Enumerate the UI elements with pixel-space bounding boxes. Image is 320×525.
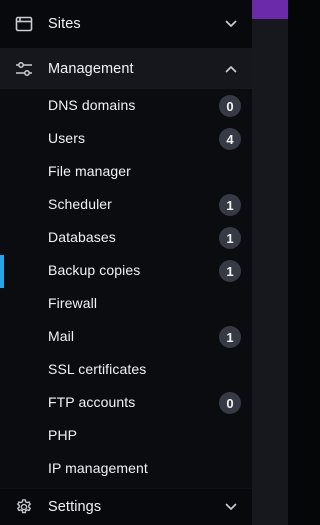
gear-icon: [15, 498, 33, 516]
sidebar-section-label: Management: [48, 60, 134, 77]
sidebar-item-firewall[interactable]: Firewall: [0, 287, 252, 320]
sidebar-item-mail[interactable]: Mail 1: [0, 320, 252, 353]
sidebar-item-label: Databases: [48, 229, 116, 245]
sidebar-section-settings[interactable]: Settings: [0, 488, 252, 525]
chevron-down-icon[interactable]: [223, 16, 239, 32]
count-badge: 1: [219, 326, 241, 348]
sidebar-item-ftp-accounts[interactable]: FTP accounts 0: [0, 386, 252, 419]
sidebar-item-php[interactable]: PHP: [0, 419, 252, 452]
sidebar-item-ssl-certificates[interactable]: SSL certificates: [0, 353, 252, 386]
count-badge: 0: [219, 392, 241, 414]
sidebar-item-users[interactable]: Users 4: [0, 122, 252, 155]
main-content-area: [252, 0, 288, 525]
sidebar-item-label: File manager: [48, 163, 131, 179]
sidebar-item-databases[interactable]: Databases 1: [0, 221, 252, 254]
topbar-accent: [252, 0, 288, 19]
sidebar-item-label: FTP accounts: [48, 394, 136, 410]
sidebar-item-label: Firewall: [48, 295, 98, 311]
sidebar-section-label: Sites: [48, 16, 81, 32]
count-badge: 1: [219, 194, 241, 216]
sidebar-item-label: SSL certificates: [48, 361, 147, 377]
sidebar-item-dns-domains[interactable]: DNS domains 0: [0, 89, 252, 122]
count-badge: 1: [219, 260, 241, 282]
sliders-icon: [15, 60, 33, 78]
sidebar-item-label: Mail: [48, 328, 75, 344]
sidebar-item-label: DNS domains: [48, 97, 136, 113]
sidebar-section-label: Settings: [48, 499, 102, 515]
sidebar-section-management[interactable]: Management: [0, 48, 252, 89]
sidebar-item-label: Backup copies: [48, 262, 141, 278]
sidebar-section-sites[interactable]: Sites: [0, 0, 252, 48]
browser-window-icon: [15, 15, 33, 33]
sidebar-item-file-manager[interactable]: File manager: [0, 155, 252, 188]
count-badge: 1: [219, 227, 241, 249]
sidebar-item-label: PHP: [48, 427, 78, 443]
count-badge: 0: [219, 95, 241, 117]
sidebar-item-label: Scheduler: [48, 196, 112, 212]
sidebar-item-backup-copies[interactable]: Backup copies 1: [0, 254, 252, 287]
chevron-up-icon[interactable]: [223, 61, 239, 77]
page: Sites Management DNS domains 0 Users 4 F…: [0, 0, 288, 525]
sidebar-item-label: IP management: [48, 460, 148, 476]
chevron-down-icon[interactable]: [223, 499, 239, 515]
count-badge: 4: [219, 128, 241, 150]
sidebar: Sites Management DNS domains 0 Users 4 F…: [0, 0, 252, 525]
sidebar-item-ip-management[interactable]: IP management: [0, 452, 252, 485]
sidebar-item-label: Users: [48, 130, 86, 146]
sidebar-item-scheduler[interactable]: Scheduler 1: [0, 188, 252, 221]
